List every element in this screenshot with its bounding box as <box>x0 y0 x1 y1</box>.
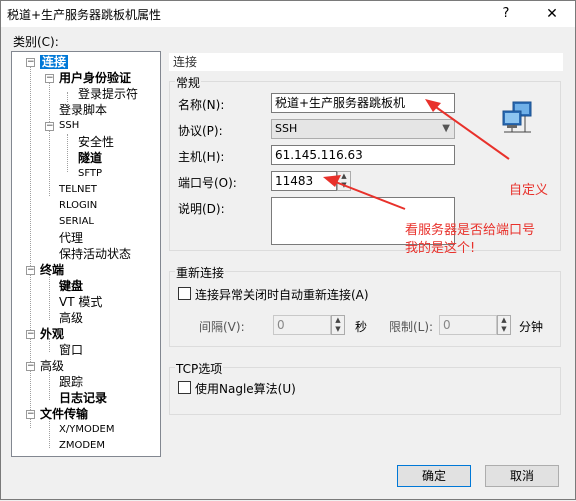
annotation-arrows <box>323 99 510 210</box>
annotation-port-note-1: 看服务器是否给端口号 <box>405 223 536 238</box>
annotation-port-note-2: 我的是这个! <box>405 241 476 256</box>
arrow-to-port <box>323 175 406 210</box>
cancel-button[interactable]: 取消 <box>485 465 559 487</box>
ok-button[interactable]: 确定 <box>397 465 471 487</box>
arrow-to-name <box>425 99 510 160</box>
properties-dialog: 税道+生产服务器跳板机属性 ? ✕ 类别(C): − 连接 − 用户身份验证 登… <box>0 0 576 500</box>
annotation-custom: 自定义 <box>509 183 549 198</box>
